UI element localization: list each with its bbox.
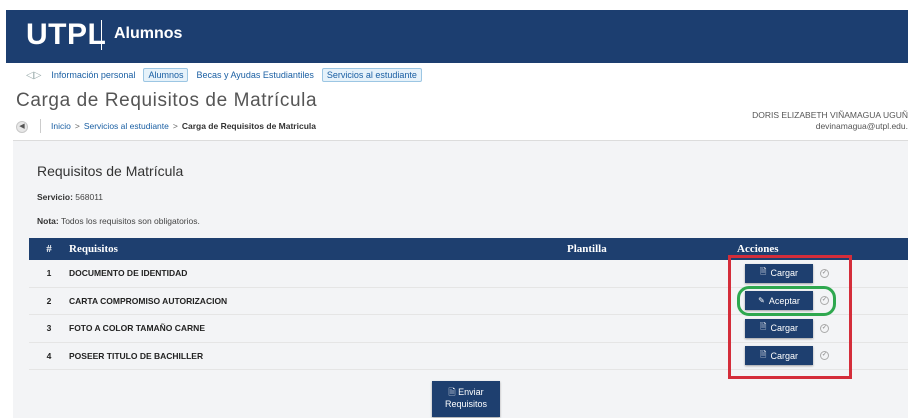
- nota-text: Todos los requisitos son obligatorios.: [60, 216, 200, 226]
- header-acciones: Acciones: [737, 243, 779, 255]
- logo-divider: [101, 20, 102, 50]
- header-bar: UTPL Alumnos: [6, 10, 908, 63]
- breadcrumb-separator: >: [172, 121, 178, 131]
- enviar-label: 🗎 Enviar: [432, 386, 500, 398]
- top-nav: ◁▷ Información personal Alumnos Becas y …: [26, 67, 430, 83]
- breadcrumb-servicios[interactable]: Servicios al estudiante: [84, 121, 169, 131]
- panel-title: Requisitos de Matrícula: [37, 163, 184, 179]
- user-name: DORIS ELIZABETH VIÑAMAGUA UGUÑ: [752, 110, 908, 120]
- nav-scroll-icon[interactable]: ◁▷: [26, 70, 41, 81]
- row-number: 2: [46, 295, 52, 306]
- requirement-name: CARTA COMPROMISO AUTORIZACION: [69, 295, 228, 306]
- page-title: Carga de Requisitos de Matrícula: [16, 90, 318, 111]
- requirement-name: POSEER TITULO DE BACHILLER: [69, 350, 204, 361]
- send-icon: 🗎: [448, 387, 459, 397]
- back-arrow-icon[interactable]: ◀: [16, 121, 28, 133]
- requirement-name: FOTO A COLOR TAMAÑO CARNE: [69, 323, 205, 334]
- row-number: 1: [46, 268, 52, 279]
- header-plantilla: Plantilla: [567, 243, 607, 255]
- aceptar-highlight-oval: [737, 286, 836, 316]
- breadcrumb-inicio[interactable]: Inicio: [51, 121, 71, 131]
- nav-item-servicios[interactable]: Servicios al estudiante: [321, 68, 422, 82]
- actions-highlight-box: [728, 255, 852, 379]
- header-requisitos: Requisitos: [69, 243, 118, 255]
- header-num: #: [46, 243, 52, 255]
- requisitos-label: Requisitos: [444, 399, 488, 409]
- app-subtitle: Alumnos: [114, 25, 183, 42]
- breadcrumb-current: Carga de Requisitos de Matricula: [181, 121, 316, 131]
- nav-item-becas[interactable]: Becas y Ayudas Estudiantiles: [196, 70, 313, 80]
- breadcrumb-separator: >: [74, 121, 80, 131]
- enviar-requisitos-button[interactable]: 🗎 Enviar Requisitos: [432, 381, 500, 417]
- nav-item-alumnos[interactable]: Alumnos: [143, 68, 189, 82]
- row-number: 3: [46, 323, 52, 334]
- nota-label: Nota:: [37, 216, 59, 226]
- utpl-logo[interactable]: UTPL: [26, 18, 106, 52]
- nav-item-informacion-personal[interactable]: Información personal: [51, 70, 135, 80]
- nota-info: Nota: Todos los requisitos son obligator…: [37, 216, 200, 226]
- row-number: 4: [46, 350, 52, 361]
- enviar-text: Enviar: [458, 387, 484, 397]
- user-email: devinamagua@utpl.edu.: [815, 121, 908, 131]
- requirement-name: DOCUMENTO DE IDENTIDAD: [69, 268, 188, 279]
- breadcrumb: Inicio > Servicios al estudiante > Carga…: [40, 119, 316, 133]
- servicio-label: Servicio:: [37, 192, 73, 202]
- user-info: DORIS ELIZABETH VIÑAMAGUA UGUÑ devinamag…: [752, 110, 908, 132]
- servicio-value: 568011: [75, 192, 104, 202]
- servicio-info: Servicio: 568011: [37, 192, 103, 202]
